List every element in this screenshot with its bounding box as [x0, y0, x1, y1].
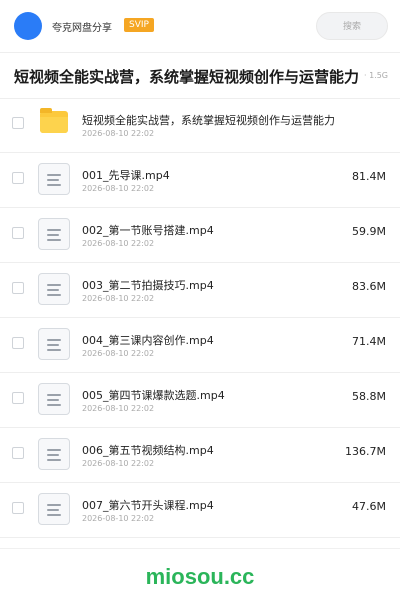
share-title-row: 短视频全能实战营，系统掌握短视频创作与运营能力 · 1.5G [0, 52, 400, 99]
item-size: 83.6M [352, 280, 386, 293]
item-checkbox[interactable] [12, 172, 24, 184]
video-file-icon [38, 218, 70, 250]
video-file-icon [38, 273, 70, 305]
item-name: 003_第二节拍摄技巧.mp4 [82, 279, 214, 292]
video-file-icon [38, 438, 70, 470]
item-name: 002_第一节账号搭建.mp4 [82, 224, 214, 237]
video-file-icon [38, 328, 70, 360]
item-date: 2026-08-10 22:02 [82, 459, 155, 468]
brand-name: 夸克网盘分享 [52, 23, 112, 34]
item-size: 71.4M [352, 335, 386, 348]
search-input[interactable]: 搜索 [316, 12, 388, 40]
item-size: 59.9M [352, 225, 386, 238]
item-date: 2026-08-10 22:02 [82, 404, 155, 413]
list-item[interactable]: 002_第一节账号搭建.mp4 2026-08-10 22:02 59.9M [0, 208, 400, 263]
item-name: 007_第六节开头课程.mp4 [82, 499, 214, 512]
item-checkbox[interactable] [12, 337, 24, 349]
svip-badge: SVIP [124, 18, 154, 32]
list-item[interactable]: 001_先导课.mp4 2026-08-10 22:02 81.4M [0, 153, 400, 208]
video-file-icon [38, 163, 70, 195]
item-size: 47.6M [352, 500, 386, 513]
list-item[interactable]: 005_第四节课爆款选题.mp4 2026-08-10 22:02 58.8M [0, 373, 400, 428]
folder-icon [40, 108, 68, 133]
item-size: 136.7M [345, 445, 386, 458]
item-name: 006_第五节视频结构.mp4 [82, 444, 214, 457]
video-file-icon [38, 493, 70, 525]
item-date: 2026-08-10 22:02 [82, 239, 155, 248]
item-name: 004_第三课内容创作.mp4 [82, 334, 214, 347]
watermark: miosou.cc [145, 564, 255, 589]
item-name: 短视频全能实战营，系统掌握短视频创作与运营能力 [82, 114, 335, 127]
item-checkbox[interactable] [12, 117, 24, 129]
item-size: 81.4M [352, 170, 386, 183]
list-item[interactable]: 007_第六节开头课程.mp4 2026-08-10 22:02 47.6M [0, 483, 400, 538]
list-item[interactable]: 短视频全能实战营，系统掌握短视频创作与运营能力 2026-08-10 22:02 [0, 98, 400, 153]
item-date: 2026-08-10 22:02 [82, 184, 155, 193]
item-checkbox[interactable] [12, 392, 24, 404]
item-checkbox[interactable] [12, 502, 24, 514]
video-file-icon [38, 383, 70, 415]
item-date: 2026-08-10 22:02 [82, 129, 155, 138]
avatar[interactable] [14, 12, 42, 40]
item-name: 001_先导课.mp4 [82, 169, 170, 182]
list-item[interactable]: 004_第三课内容创作.mp4 2026-08-10 22:02 71.4M [0, 318, 400, 373]
top-header: 夸克网盘分享 SVIP 搜索 [0, 0, 400, 53]
item-checkbox[interactable] [12, 282, 24, 294]
file-list: 短视频全能实战营，系统掌握短视频创作与运营能力 2026-08-10 22:02… [0, 98, 400, 538]
item-date: 2026-08-10 22:02 [82, 514, 155, 523]
item-date: 2026-08-10 22:02 [82, 294, 155, 303]
item-date: 2026-08-10 22:02 [82, 349, 155, 358]
item-name: 005_第四节课爆款选题.mp4 [82, 389, 225, 402]
list-item[interactable]: 006_第五节视频结构.mp4 2026-08-10 22:02 136.7M [0, 428, 400, 483]
item-size: 58.8M [352, 390, 386, 403]
page-title: 短视频全能实战营，系统掌握短视频创作与运营能力 [14, 68, 360, 86]
item-checkbox[interactable] [12, 227, 24, 239]
item-checkbox[interactable] [12, 447, 24, 459]
list-item[interactable]: 003_第二节拍摄技巧.mp4 2026-08-10 22:02 83.6M [0, 263, 400, 318]
total-size: · 1.5G [360, 71, 388, 80]
